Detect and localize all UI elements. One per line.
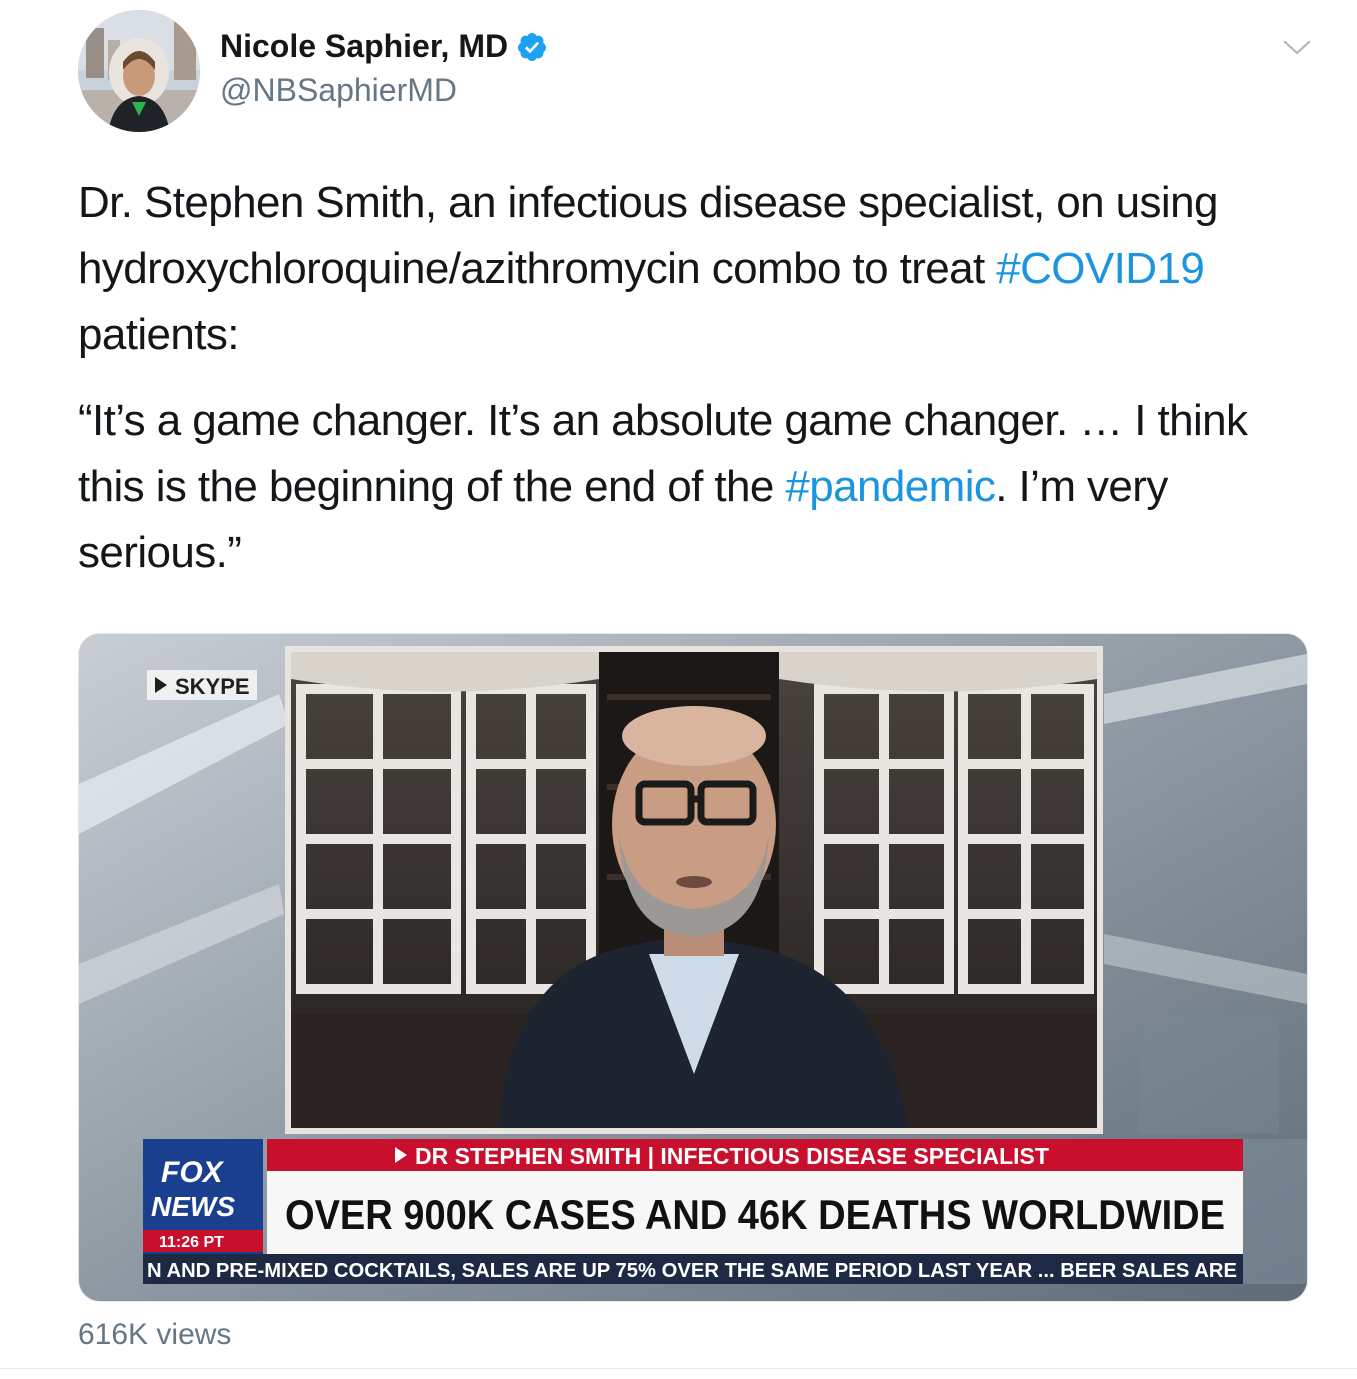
- hashtag-link-covid19[interactable]: #COVID19: [996, 244, 1205, 293]
- tweet-paragraph: “It’s a game changer. It’s an absolute g…: [78, 388, 1278, 586]
- avatar[interactable]: [78, 10, 200, 132]
- tweet-paragraph: Dr. Stephen Smith, an infectious disease…: [78, 170, 1278, 368]
- view-count: 616K views: [78, 1318, 232, 1351]
- chevron-down-icon[interactable]: [1282, 36, 1312, 60]
- logo-line-2: NEWS: [151, 1191, 235, 1222]
- logo-line-1: FOX: [161, 1156, 225, 1189]
- avatar-image: [78, 10, 200, 132]
- tweet-text: Dr. Stephen Smith, an infectious disease…: [78, 170, 1278, 606]
- source-tag: SKYPE: [175, 674, 250, 699]
- headline-text: OVER 900K CASES AND 46K DEATHS WORLDWIDE: [285, 1191, 1225, 1238]
- video-media[interactable]: SKYPE FOX NEWS 11:26 PT DR STEPHEN SMITH…: [78, 633, 1308, 1302]
- broadcast-clock: 11:26 PT: [159, 1234, 224, 1251]
- tweet-text-segment: patients:: [78, 310, 240, 359]
- author-name-row[interactable]: Nicole Saphier, MD: [220, 28, 548, 65]
- hashtag-link-pandemic[interactable]: #pandemic: [785, 462, 995, 511]
- verified-badge-icon: [518, 32, 547, 61]
- ticker-text: N AND PRE-MIXED COCKTAILS, SALES ARE UP …: [147, 1260, 1237, 1282]
- video-frame: SKYPE FOX NEWS 11:26 PT DR STEPHEN SMITH…: [79, 634, 1307, 1301]
- author-display-name[interactable]: Nicole Saphier, MD: [220, 28, 508, 65]
- divider: [0, 1368, 1357, 1369]
- name-strap-text: DR STEPHEN SMITH | INFECTIOUS DISEASE SP…: [415, 1143, 1049, 1169]
- author-handle[interactable]: @NBSaphierMD: [220, 72, 457, 109]
